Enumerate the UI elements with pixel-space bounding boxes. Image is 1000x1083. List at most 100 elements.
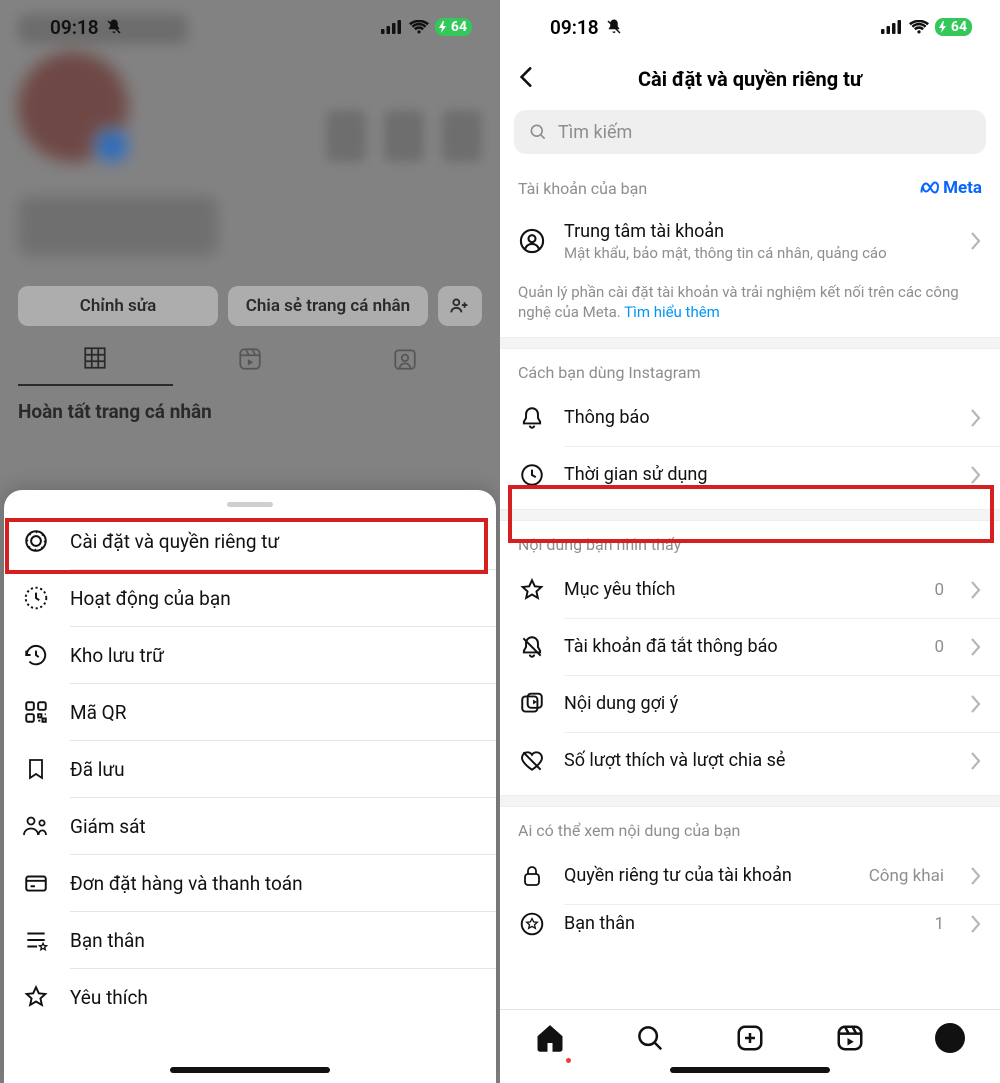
section-content-you-see: Nội dung bạn nhìn thấy (500, 521, 1000, 562)
cellular-icon (881, 20, 903, 34)
battery-indicator: 64 (435, 18, 472, 36)
right-phone: 09:18 64 Cài đặt và quyền riêng tư Tìm k… (500, 0, 1000, 1083)
row-subtitle: Mật khẩu, bảo mật, thông tin cá nhân, qu… (564, 244, 950, 262)
menu-settings-privacy[interactable]: Cài đặt và quyền riêng tư (4, 513, 496, 569)
row-suggested-content[interactable]: Nội dung gợi ý (500, 676, 1000, 732)
star-circle-icon (518, 911, 546, 937)
status-time: 09:18 (550, 16, 599, 39)
menu-orders-payments[interactable]: Đơn đặt hàng và thanh toán (4, 855, 496, 911)
search-placeholder: Tìm kiếm (558, 122, 632, 143)
menu-qr-code[interactable]: Mã QR (4, 684, 496, 740)
row-label: Số lượt thích và lượt chia sẻ (564, 750, 950, 771)
section-your-account: Tài khoản của bạn Meta (500, 164, 1000, 206)
row-value: 0 (934, 637, 944, 657)
supervision-icon (22, 813, 50, 839)
menu-label: Kho lưu trữ (70, 644, 164, 667)
row-label: Thông báo (564, 407, 950, 428)
scroll-fade (500, 995, 1000, 1009)
menu-label: Cài đặt và quyền riêng tư (70, 530, 279, 553)
row-label: Nội dung gợi ý (564, 693, 950, 714)
avatar-icon (935, 1023, 965, 1053)
search-input[interactable]: Tìm kiếm (514, 110, 986, 154)
chevron-right-icon (968, 636, 982, 658)
photo-play-icon (518, 691, 546, 717)
menu-label: Mã QR (70, 701, 126, 724)
back-button[interactable] (514, 64, 540, 90)
row-like-share-counts[interactable]: Số lượt thích và lượt chia sẻ (500, 733, 1000, 789)
chevron-right-icon (968, 407, 982, 429)
row-account-privacy[interactable]: Quyền riêng tư của tài khoản Công khai (500, 848, 1000, 904)
menu-close-friends[interactable]: Bạn thân (4, 912, 496, 968)
row-account-center[interactable]: Trung tâm tài khoản Mật khẩu, bảo mật, t… (500, 206, 1000, 276)
tab-search[interactable] (635, 1023, 665, 1053)
bell-icon (518, 405, 546, 431)
section-separator (500, 337, 1000, 349)
activity-icon (22, 585, 50, 611)
wifi-icon (409, 20, 429, 35)
tab-reels[interactable] (835, 1023, 865, 1053)
chevron-right-icon (968, 865, 982, 887)
sheet-grabber[interactable] (227, 502, 273, 507)
menu-favorites[interactable]: Yêu thích (4, 969, 496, 1025)
cellular-icon (381, 20, 403, 34)
menu-label: Yêu thích (70, 986, 148, 1009)
account-center-note: Quản lý phần cài đặt tài khoản và trải n… (500, 276, 1000, 337)
gear-icon (22, 528, 50, 554)
row-favorites[interactable]: Mục yêu thích 0 (500, 562, 1000, 618)
row-close-friends[interactable]: Bạn thân 1 (500, 905, 1000, 943)
menu-saved[interactable]: Đã lưu (4, 741, 496, 797)
row-label: Quyền riêng tư của tài khoản (564, 865, 851, 886)
home-indicator[interactable] (170, 1067, 330, 1073)
star-icon (22, 984, 50, 1010)
page-header: Cài đặt và quyền riêng tư (500, 54, 1000, 104)
menu-supervision[interactable]: Giám sát (4, 798, 496, 854)
row-notifications[interactable]: Thông báo (500, 390, 1000, 446)
home-indicator[interactable] (670, 1067, 830, 1073)
tab-home[interactable] (535, 1023, 565, 1053)
row-value: Công khai (869, 866, 944, 886)
section-separator (500, 795, 1000, 807)
bookmark-icon (22, 756, 50, 782)
qr-icon (22, 699, 50, 725)
row-value: 0 (934, 580, 944, 600)
profile-menu-sheet: Cài đặt và quyền riêng tư Hoạt động của … (4, 490, 496, 1083)
home-notification-dot (566, 1058, 571, 1063)
row-value: 1 (934, 914, 944, 934)
mute-icon (105, 18, 123, 36)
menu-label: Đã lưu (70, 758, 125, 781)
menu-your-activity[interactable]: Hoạt động của bạn (4, 570, 496, 626)
menu-label: Hoạt động của bạn (70, 587, 231, 610)
chevron-right-icon (968, 693, 982, 715)
row-label: Mục yêu thích (564, 579, 916, 600)
tab-create[interactable] (735, 1023, 765, 1053)
chevron-right-icon (968, 579, 982, 601)
chevron-right-icon (968, 750, 982, 772)
row-label: Bạn thân (564, 913, 916, 934)
bell-off-icon (518, 634, 546, 660)
chevron-right-icon (968, 230, 982, 252)
meta-logo: Meta (919, 178, 982, 198)
row-title: Trung tâm tài khoản (564, 221, 950, 242)
menu-archive[interactable]: Kho lưu trữ (4, 627, 496, 683)
wifi-icon (909, 20, 929, 35)
left-phone: Chỉnh sửa Chia sẻ trang cá nhân (0, 0, 500, 1083)
list-star-icon (22, 927, 50, 953)
section-separator (500, 509, 1000, 521)
learn-more-link[interactable]: Tìm hiểu thêm (624, 303, 720, 321)
menu-label: Bạn thân (70, 929, 145, 952)
chevron-right-icon (968, 913, 982, 935)
heart-off-icon (518, 748, 546, 774)
archive-icon (22, 642, 50, 668)
tab-profile[interactable] (935, 1023, 965, 1053)
chevron-right-icon (968, 464, 982, 486)
search-icon (528, 122, 548, 142)
clock-icon (518, 462, 546, 488)
star-icon (518, 577, 546, 603)
row-label: Tài khoản đã tắt thông báo (564, 636, 916, 657)
row-muted-accounts[interactable]: Tài khoản đã tắt thông báo 0 (500, 619, 1000, 675)
page-title: Cài đặt và quyền riêng tư (638, 67, 862, 91)
lock-icon (518, 863, 546, 889)
section-usage: Cách bạn dùng Instagram (500, 349, 1000, 390)
account-center-icon (518, 227, 546, 255)
row-time-spent[interactable]: Thời gian sử dụng (500, 447, 1000, 503)
